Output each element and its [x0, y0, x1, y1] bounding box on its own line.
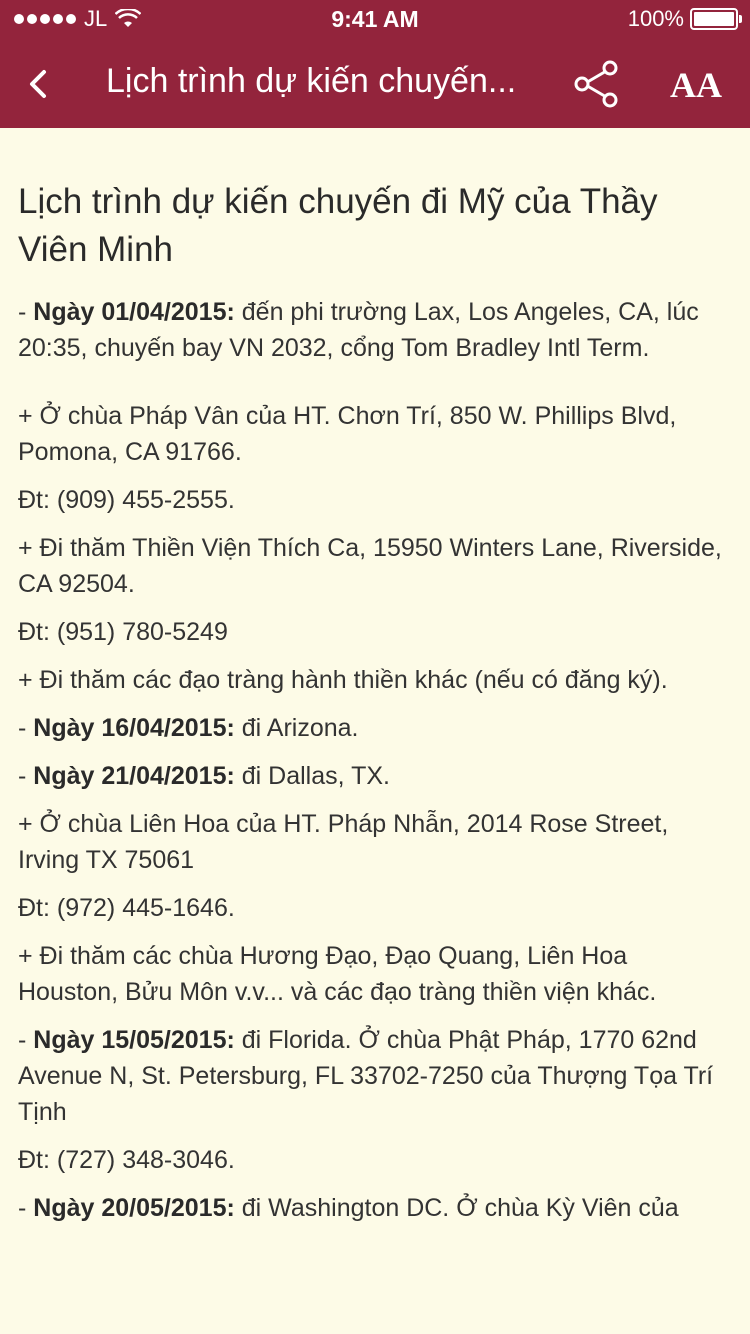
status-right: 100% [627, 6, 742, 32]
article-paragraph: Đt: (727) 348-3046. [18, 1146, 235, 1174]
article-paragraph: Đt: (951) 780-5249 [18, 618, 228, 646]
share-button[interactable] [570, 58, 622, 110]
nav-title: Lịch trình dự kiến chuyến... [106, 62, 517, 100]
share-icon [574, 60, 618, 108]
article-paragraph: - Ngày 21/04/2015: đi Dallas, TX. [18, 762, 390, 790]
font-size-button[interactable]: AA [670, 64, 722, 106]
article-paragraph: Đt: (909) 455-2555. [18, 486, 235, 514]
article-paragraph: Đt: (972) 445-1646. [18, 894, 235, 922]
article-content: Lịch trình dự kiến chuyến đi Mỹ của Thầy… [18, 178, 732, 1238]
chevron-left-icon [30, 70, 46, 98]
article-title: Lịch trình dự kiến chuyến đi Mỹ của Thầy… [18, 182, 658, 269]
article-paragraph: + Đi thăm các đạo tràng hành thiền khác … [18, 666, 668, 694]
article-paragraph: + Ở chùa Pháp Vân của HT. Chơn Trí, 850 … [18, 402, 677, 466]
article-paragraph: - Ngày 15/05/2015: đi Florida. Ở chùa Ph… [18, 1026, 714, 1126]
status-bar: JL 9:41 AM 100% [0, 0, 750, 40]
battery-percent: 100% [627, 6, 684, 31]
article-paragraph: - Ngày 20/05/2015: đi Washington DC. Ở c… [18, 1194, 679, 1222]
article-paragraph: - Ngày 01/04/2015: đến phi trường Lax, L… [18, 298, 699, 362]
font-size-icon: AA [670, 65, 722, 105]
battery-icon [690, 8, 742, 30]
article-paragraph: + Đi thăm Thiền Viện Thích Ca, 15950 Win… [18, 534, 722, 598]
nav-bar: Lịch trình dự kiến chuyến... AA [0, 40, 750, 128]
article-paragraph: - Ngày 16/04/2015: đi Arizona. [18, 714, 359, 742]
top-bar: JL 9:41 AM 100% Lịch trình dự kiến chuyế… [0, 0, 750, 128]
article-paragraph: + Ở chùa Liên Hoa của HT. Pháp Nhẫn, 201… [18, 810, 669, 874]
back-button[interactable] [18, 58, 62, 108]
article-paragraph: + Đi thăm các chùa Hương Đạo, Đạo Quang,… [18, 942, 657, 1006]
